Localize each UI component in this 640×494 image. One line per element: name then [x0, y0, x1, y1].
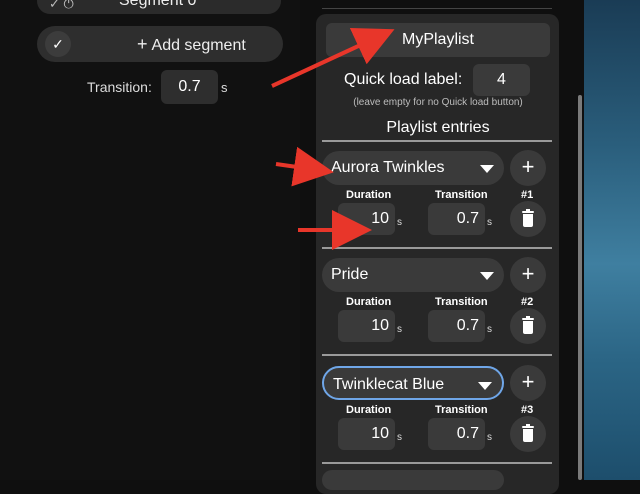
add-segment-label-wrap: + Add segment [137, 34, 246, 55]
chevron-down-icon [478, 382, 492, 390]
chevron-down-icon [480, 165, 494, 173]
panel-scrollbar[interactable] [578, 95, 582, 480]
duration-label: Duration [346, 404, 392, 416]
panel-top-divider [322, 0, 552, 9]
check-icon[interactable]: ✓ [45, 31, 71, 57]
transition-unit: s [221, 80, 228, 95]
duration-unit: s [397, 217, 402, 228]
segment-row[interactable]: ✓ ⏻ Segment 0 [37, 0, 281, 14]
chevron-down-icon [480, 272, 494, 280]
duration-input[interactable]: 10 [338, 203, 395, 235]
preset-name: Aurora Twinkles [331, 159, 445, 176]
next-entry-partial[interactable] [322, 470, 504, 490]
duration-input[interactable]: 10 [338, 310, 395, 342]
preset-name: Pride [331, 266, 369, 283]
add-entry-button[interactable]: + [510, 365, 546, 401]
entry-index: #2 [521, 296, 534, 308]
divider [322, 247, 552, 249]
transition-label: Transition: [87, 79, 152, 95]
transition-column-label: Transition [435, 404, 488, 416]
duration-label: Duration [346, 296, 392, 308]
playlist-name-input[interactable]: MyPlaylist [326, 23, 550, 57]
segment-settings-pane [0, 0, 300, 480]
quick-load-label: Quick load label: [344, 71, 463, 88]
playlist-entry: Pride + Duration Transition #2 10 s 0.7 … [322, 257, 554, 358]
preset-select[interactable]: Pride [322, 258, 504, 292]
plus-icon: + [137, 34, 148, 54]
entry-index: #3 [521, 404, 534, 416]
transition-unit: s [487, 432, 492, 443]
playlist-entry: Twinklecat Blue + Duration Transition #3… [322, 365, 554, 466]
duration-input[interactable]: 10 [338, 418, 395, 450]
plus-icon: + [521, 154, 535, 179]
transition-column-label: Transition [435, 189, 488, 201]
transition-unit: s [487, 324, 492, 335]
plus-icon: + [521, 369, 535, 394]
duration-unit: s [397, 432, 402, 443]
quick-load-input[interactable]: 4 [473, 64, 530, 96]
duration-unit: s [397, 324, 402, 335]
delete-entry-button[interactable] [510, 416, 546, 452]
playlist-entries-title: Playlist entries [386, 119, 490, 136]
entry-transition-input[interactable]: 0.7 [428, 418, 485, 450]
segment-toggle-icons[interactable]: ✓ ⏻ [49, 0, 74, 12]
entry-transition-input[interactable]: 0.7 [428, 203, 485, 235]
transition-column-label: Transition [435, 296, 488, 308]
quick-load-hint: (leave empty for no Quick load button) [353, 97, 523, 108]
delete-entry-button[interactable] [510, 308, 546, 344]
transition-unit: s [487, 217, 492, 228]
add-segment-button[interactable]: ✓ + Add segment [37, 26, 283, 62]
preset-select[interactable]: Aurora Twinkles [322, 151, 504, 185]
delete-entry-button[interactable] [510, 201, 546, 237]
entry-transition-input[interactable]: 0.7 [428, 310, 485, 342]
preset-select[interactable]: Twinklecat Blue [322, 366, 504, 400]
segment-label: Segment 0 [119, 0, 197, 9]
add-entry-button[interactable]: + [510, 257, 546, 293]
playlist-entry: Aurora Twinkles + Duration Transition #1… [322, 150, 554, 251]
add-segment-label: Add segment [151, 37, 246, 54]
duration-label: Duration [346, 189, 392, 201]
add-entry-button[interactable]: + [510, 150, 546, 186]
entry-index: #1 [521, 189, 534, 201]
divider [322, 140, 552, 142]
divider [322, 462, 552, 464]
preset-name: Twinklecat Blue [333, 376, 445, 393]
desktop-background [584, 0, 640, 480]
transition-input[interactable]: 0.7 [161, 70, 218, 104]
plus-icon: + [521, 261, 535, 286]
divider [322, 354, 552, 356]
